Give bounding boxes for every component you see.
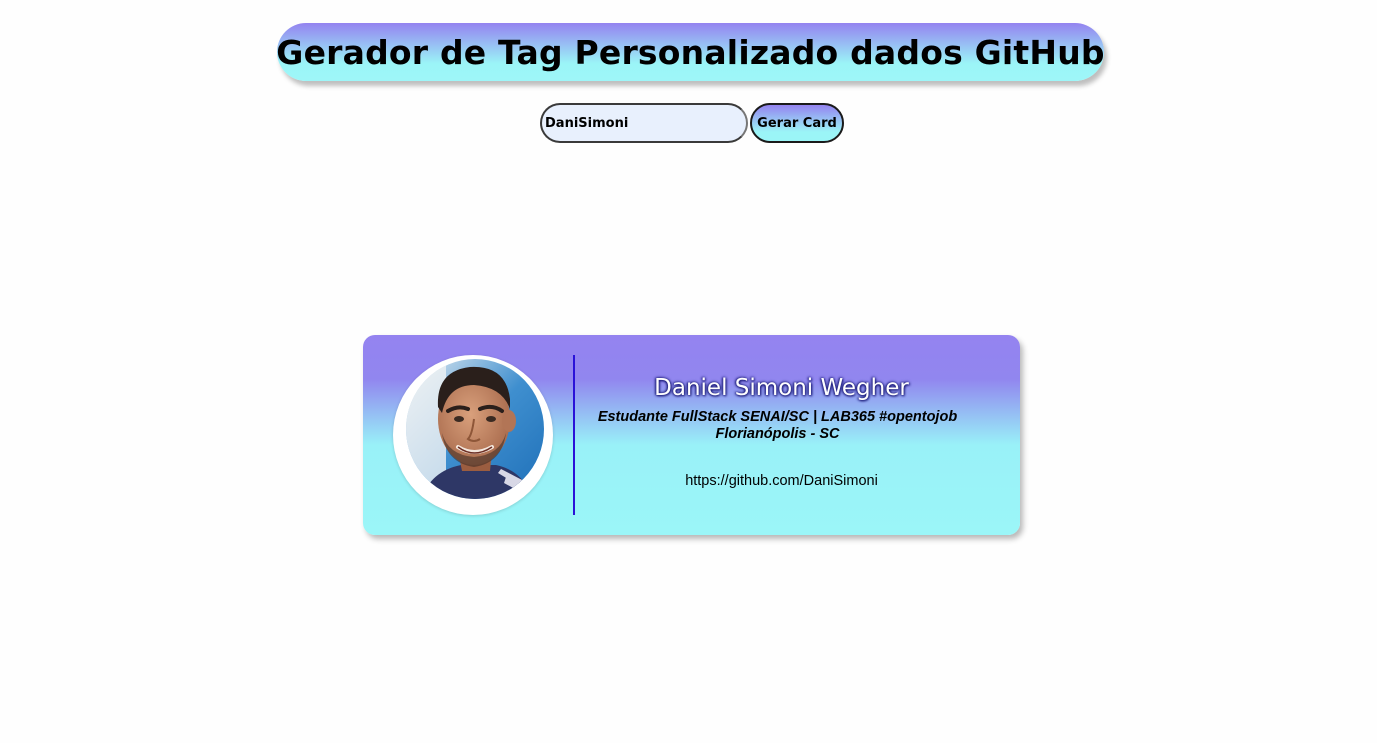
profile-location: Florianópolis - SC: [715, 426, 840, 442]
username-input[interactable]: [540, 103, 748, 143]
avatar: [406, 359, 544, 499]
avatar-frame: [393, 355, 553, 515]
page: Gerador de Tag Personalizado dados GitHu…: [0, 0, 1377, 743]
page-title: Gerador de Tag Personalizado dados GitHu…: [276, 32, 1105, 72]
profile-card: Daniel Simoni Wegher Estudante FullStack…: [363, 335, 1020, 535]
profile-bio: Estudante FullStack SENAI/SC | LAB365 #o…: [597, 409, 958, 425]
profile-url: https://github.com/DaniSimoni: [685, 473, 878, 489]
profile-name: Daniel Simoni Wegher: [654, 375, 909, 401]
page-header: Gerador de Tag Personalizado dados GitHu…: [276, 23, 1105, 81]
generate-card-button[interactable]: Gerar Card: [750, 103, 844, 143]
profile-info: Daniel Simoni Wegher Estudante FullStack…: [585, 373, 970, 489]
search-form: Gerar Card: [540, 103, 844, 143]
card-divider: [573, 355, 575, 515]
